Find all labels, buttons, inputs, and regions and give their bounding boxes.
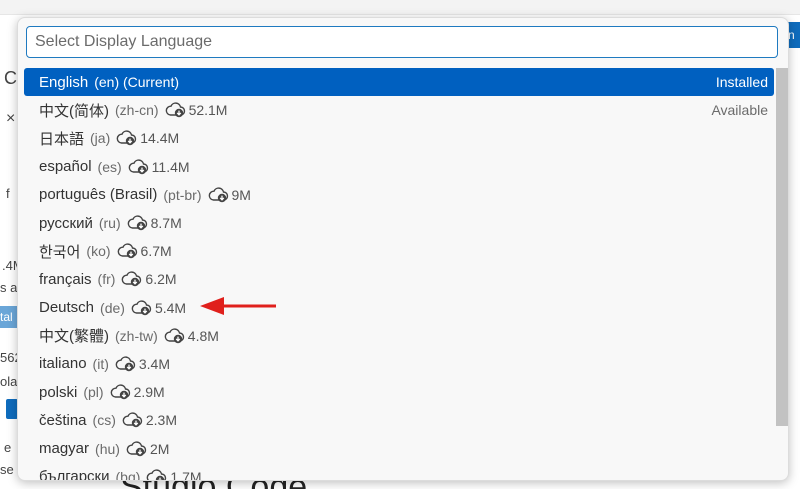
language-name: 한국어 bbox=[39, 243, 81, 261]
language-code: (ko) bbox=[86, 243, 111, 260]
language-code: (fr) bbox=[97, 271, 116, 288]
background-close-icon: × bbox=[6, 110, 16, 127]
language-search-input[interactable] bbox=[26, 26, 778, 58]
download-size: 2.3M bbox=[145, 412, 177, 429]
language-code: (es) bbox=[97, 158, 122, 175]
language-item[interactable]: magyar (hu) 2M bbox=[24, 434, 774, 462]
language-item[interactable]: български (bg) 1.7M bbox=[24, 463, 774, 480]
background-text-fragment: e bbox=[4, 440, 12, 455]
language-name: português (Brasil) bbox=[39, 186, 158, 204]
cloud-download-icon bbox=[126, 440, 148, 457]
background-tag: tal bbox=[0, 306, 18, 328]
language-item[interactable]: italiano (it) 3.4M bbox=[24, 350, 774, 378]
download-size: 2.9M bbox=[133, 384, 165, 401]
language-name: Deutsch bbox=[39, 299, 95, 317]
language-item[interactable]: español (es) 11.4M bbox=[24, 153, 774, 181]
language-name: polski bbox=[39, 383, 78, 401]
language-code: (hu) bbox=[95, 440, 120, 457]
language-code: (bg) bbox=[115, 468, 141, 480]
annotation-arrow bbox=[200, 297, 276, 315]
language-name: magyar bbox=[39, 440, 90, 458]
language-list: English (en) (Current) Installed 中文(简体) (zh-… bbox=[24, 68, 774, 480]
language-name: français bbox=[39, 270, 92, 288]
background-text-fragment: f bbox=[6, 186, 10, 201]
language-item[interactable]: português (Brasil) (pt-br) 9M bbox=[24, 181, 774, 209]
cloud-download-icon bbox=[164, 328, 186, 344]
download-size: 3.4M bbox=[138, 355, 170, 372]
cloud-download-icon bbox=[131, 300, 153, 316]
cloud-download-icon bbox=[117, 243, 139, 259]
language-name: español bbox=[39, 158, 92, 176]
language-item[interactable]: 中文(繁體) (zh-tw) 4.8M bbox=[24, 322, 774, 350]
cloud-download-icon bbox=[121, 271, 143, 287]
list-scrollbar-thumb[interactable] bbox=[776, 68, 788, 426]
download-size: 6.7M bbox=[140, 243, 172, 260]
language-code: (ru) bbox=[98, 215, 121, 232]
install-status: Installed bbox=[715, 74, 768, 91]
download-size: 14.4M bbox=[140, 130, 180, 147]
language-code: (en) (Current) bbox=[94, 74, 179, 91]
download-size: 2M bbox=[149, 440, 170, 457]
language-name: русский bbox=[39, 214, 93, 232]
language-code: (de) bbox=[100, 299, 125, 316]
language-item[interactable]: English (en) (Current) Installed bbox=[24, 68, 774, 97]
cloud-download-icon bbox=[127, 215, 149, 231]
download-size: 8.7M bbox=[150, 215, 182, 232]
language-name: 日本語 bbox=[39, 130, 85, 148]
language-code: (pt-br) bbox=[163, 186, 202, 203]
language-item[interactable]: čeština (cs) 2.3M bbox=[24, 406, 774, 434]
language-code: (zh-tw) bbox=[115, 327, 158, 344]
display-language-quick-pick: English (en) (Current) Installed 中文(简体) (zh-… bbox=[17, 17, 789, 481]
language-item[interactable]: 中文(简体) (zh-cn) 52.1M Available bbox=[24, 96, 774, 124]
cloud-download-icon bbox=[208, 187, 230, 203]
download-size: 6.2M bbox=[145, 271, 177, 288]
download-size: 52.1M bbox=[188, 102, 228, 119]
language-item[interactable]: Deutsch (de) 5.4M bbox=[24, 294, 774, 322]
screen: n C × f .4M s a tal 562 ola e se Studio … bbox=[0, 0, 800, 489]
language-item[interactable]: polski (pl) 2.9M bbox=[24, 378, 774, 406]
cloud-download-icon bbox=[115, 356, 137, 372]
language-name: English bbox=[39, 73, 89, 91]
cloud-download-icon bbox=[165, 102, 187, 118]
language-name: български bbox=[39, 468, 110, 480]
cloud-download-icon bbox=[110, 384, 132, 400]
language-item[interactable]: 日本語 (ja) 14.4M bbox=[24, 124, 774, 152]
install-status: Available bbox=[711, 102, 768, 119]
language-item[interactable]: русский (ru) 8.7M bbox=[24, 209, 774, 237]
download-size: 5.4M bbox=[154, 299, 187, 316]
language-code: (it) bbox=[92, 355, 109, 372]
cloud-download-icon bbox=[116, 130, 138, 146]
language-name: 中文(简体) bbox=[39, 102, 109, 120]
language-item[interactable]: 한국어 (ko) 6.7M bbox=[24, 237, 774, 265]
language-code: (pl) bbox=[83, 384, 104, 401]
language-code: (cs) bbox=[92, 412, 116, 429]
background-text-fragment: se bbox=[0, 462, 14, 477]
language-name: italiano bbox=[39, 355, 87, 373]
background-text-fragment: ola bbox=[0, 374, 18, 389]
background-search-icon: C bbox=[4, 68, 17, 88]
background-title-strip bbox=[0, 0, 800, 15]
cloud-download-icon bbox=[146, 469, 168, 480]
language-name: 中文(繁體) bbox=[39, 328, 109, 346]
language-item[interactable]: français (fr) 6.2M bbox=[24, 265, 774, 293]
language-name: čeština bbox=[39, 411, 87, 429]
download-size: 1.7M bbox=[170, 468, 202, 480]
cloud-download-icon bbox=[122, 412, 144, 428]
background-text-fragment: s a bbox=[0, 280, 18, 295]
download-size: 9M bbox=[231, 186, 251, 203]
language-code: (ja) bbox=[90, 130, 111, 147]
cloud-download-icon bbox=[128, 159, 150, 175]
download-size: 11.4M bbox=[151, 158, 190, 175]
language-code: (zh-cn) bbox=[115, 102, 159, 119]
download-size: 4.8M bbox=[187, 327, 219, 344]
